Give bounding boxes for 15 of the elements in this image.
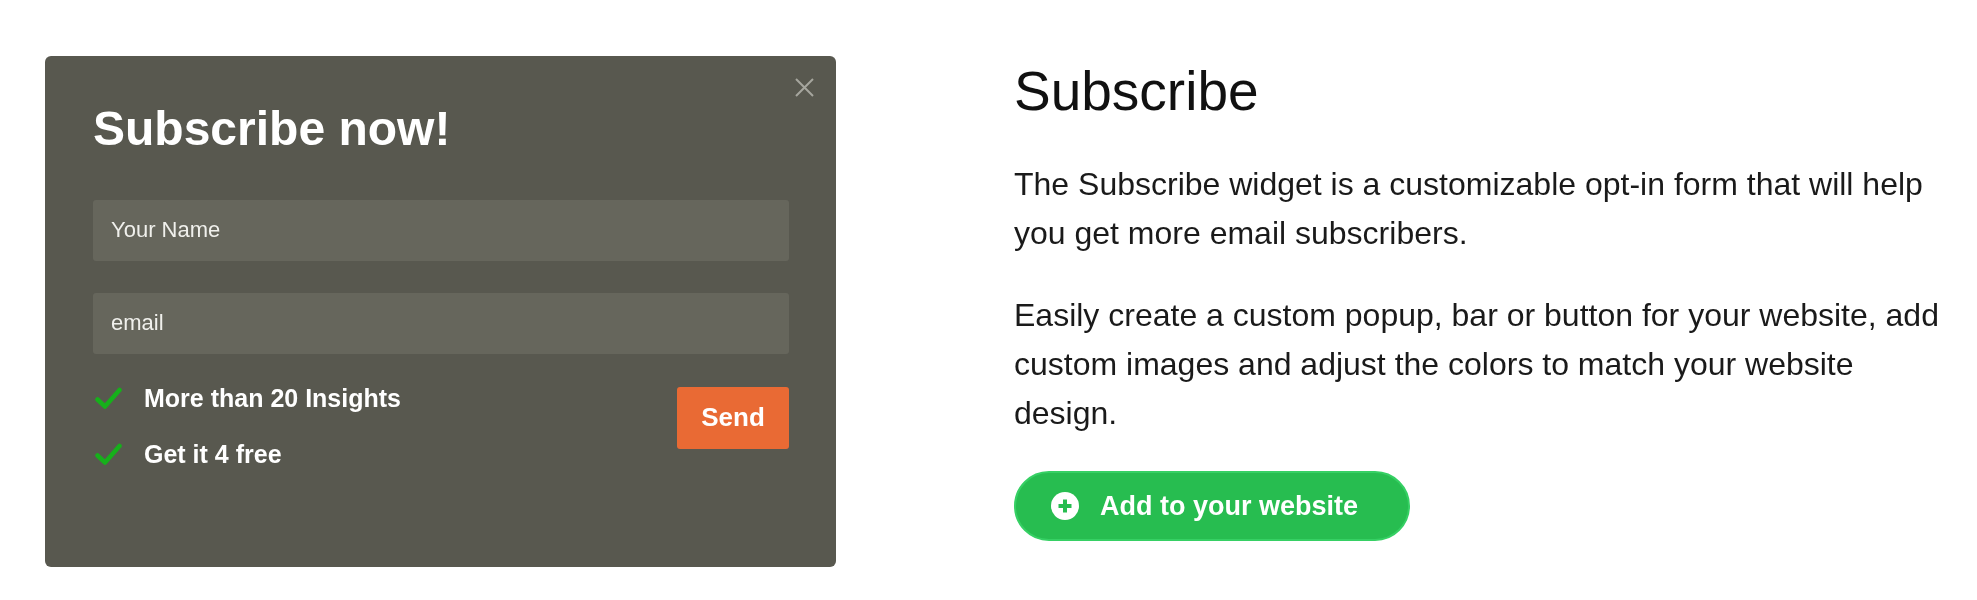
add-to-website-button[interactable]: Add to your website <box>1014 471 1410 541</box>
benefit-text: Get it 4 free <box>144 439 282 469</box>
description-paragraph: Easily create a custom popup, bar or button for your website, add custom images and adjust the colors to match your website design. <box>1014 296 1940 433</box>
popup-title: Subscribe now! <box>93 101 451 157</box>
close-button[interactable] <box>795 78 814 97</box>
input-field[interactable]: email <box>93 292 789 354</box>
description-paragraph: The Subscribe widget is a customizable opt-in form that will help you get more email subscribers. <box>1014 165 1924 253</box>
send-button[interactable]: Send <box>677 386 789 449</box>
section-heading: Subscribe <box>1014 59 1259 124</box>
close-icon <box>795 78 814 97</box>
checkmark-icon <box>95 386 122 410</box>
plus-circle-icon <box>1051 492 1079 520</box>
checkmark-icon <box>95 442 122 466</box>
benefit-text: More than 20 Insights <box>144 383 401 413</box>
input-field[interactable]: Your Name <box>93 199 789 261</box>
